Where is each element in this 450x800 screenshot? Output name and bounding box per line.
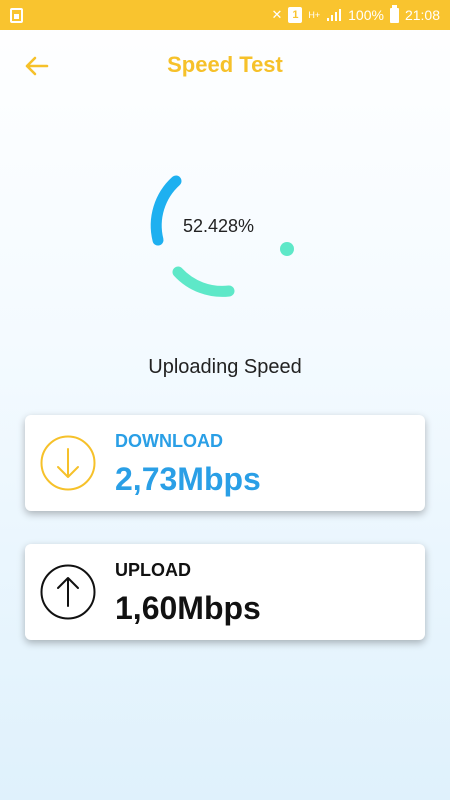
ring-arc-blue — [150, 175, 182, 246]
ring-dot — [280, 242, 294, 256]
battery-percent: 100% — [348, 7, 384, 23]
arrow-up-circle-icon — [40, 564, 96, 620]
download-speed-value: 2,73Mbps — [115, 461, 261, 497]
notification-icon — [10, 7, 23, 23]
signal-icon — [327, 9, 342, 21]
status-bar: ✕ 1 H+ 100% 21:08 — [0, 0, 450, 30]
test-status-label: Uploading Speed — [148, 356, 302, 378]
download-label: DOWNLOAD — [115, 431, 223, 451]
page-title: Speed Test — [167, 52, 283, 77]
ring-arc-teal — [172, 266, 235, 297]
progress-percentage: 52.428% — [183, 216, 255, 236]
sim-icon: 1 — [288, 7, 303, 23]
arrow-down-circle-icon — [40, 435, 96, 491]
mute-icon: ✕ — [271, 7, 283, 22]
network-type-icon: H+ — [308, 10, 321, 20]
download-card: DOWNLOAD 2,73Mbps — [25, 415, 425, 511]
upload-label: UPLOAD — [115, 560, 191, 580]
clock: 21:08 — [404, 7, 440, 23]
status-icons: ✕ 1 H+ 100% 21:08 — [271, 4, 440, 23]
upload-card: UPLOAD 1,60Mbps — [25, 544, 425, 640]
battery-icon — [389, 4, 399, 23]
upload-speed-value: 1,60Mbps — [115, 590, 261, 626]
